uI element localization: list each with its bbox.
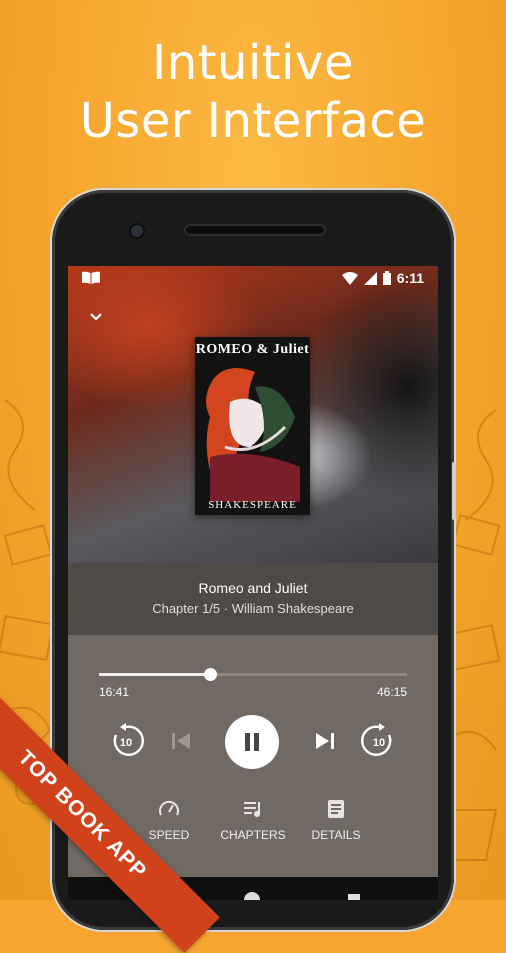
pause-button[interactable] — [225, 715, 279, 769]
skip-next-icon[interactable] — [314, 730, 336, 752]
total-time: 46:15 — [376, 685, 407, 699]
recents-nav-icon[interactable] — [348, 894, 360, 900]
rewind-10-button[interactable]: 10 — [108, 723, 144, 759]
speedometer-icon — [159, 800, 179, 816]
progress-slider[interactable] — [99, 668, 407, 681]
rewind-seconds: 10 — [119, 737, 133, 749]
chapters-label: CHAPTERS — [220, 828, 286, 842]
book-cover: ROMEO & Juliet SHAKESPEARE — [195, 337, 310, 515]
home-nav-icon[interactable] — [244, 892, 260, 900]
progress-fill — [99, 673, 210, 676]
book-info: Romeo and Juliet Chapter 1/5 · William S… — [68, 563, 438, 635]
headline-line-2: User Interface — [79, 93, 427, 149]
phone-side-button — [452, 462, 456, 520]
skip-previous-icon[interactable] — [170, 730, 192, 752]
earpiece-speaker — [184, 224, 326, 236]
battery-icon — [382, 271, 391, 285]
phone-screen: 6:11 ROMEO & Juliet SHAKESPEARE Romeo an… — [68, 266, 438, 900]
forward-seconds: 10 — [372, 737, 386, 749]
signal-icon — [363, 271, 377, 285]
wifi-icon — [341, 271, 358, 285]
cover-author: SHAKESPEARE — [208, 499, 297, 511]
playlist-icon — [244, 802, 260, 817]
chapters-button[interactable]: CHAPTERS — [213, 799, 293, 842]
pause-icon — [245, 733, 259, 751]
details-label: DETAILS — [311, 828, 361, 842]
cover-illustration — [206, 368, 300, 502]
clock: 6:11 — [396, 270, 424, 286]
headline-line-1: Intuitive — [152, 35, 354, 91]
chapter-author-line: Chapter 1/5 · William Shakespeare — [152, 601, 354, 616]
chevron-down-icon[interactable] — [86, 306, 106, 326]
speed-button[interactable]: SPEED — [129, 799, 209, 842]
details-button[interactable]: DETAILS — [296, 799, 376, 842]
progress-thumb[interactable] — [203, 668, 217, 681]
book-title: Romeo and Juliet — [198, 580, 308, 596]
forward-10-button[interactable]: 10 — [361, 723, 397, 759]
front-camera — [131, 225, 143, 237]
open-book-icon — [82, 271, 100, 284]
elapsed-time: 16:41 — [99, 685, 130, 699]
status-bar: 6:11 — [68, 266, 438, 290]
headline: Intuitive User Interface — [0, 34, 506, 150]
cover-title: ROMEO & Juliet — [195, 342, 310, 357]
document-icon — [328, 800, 344, 818]
